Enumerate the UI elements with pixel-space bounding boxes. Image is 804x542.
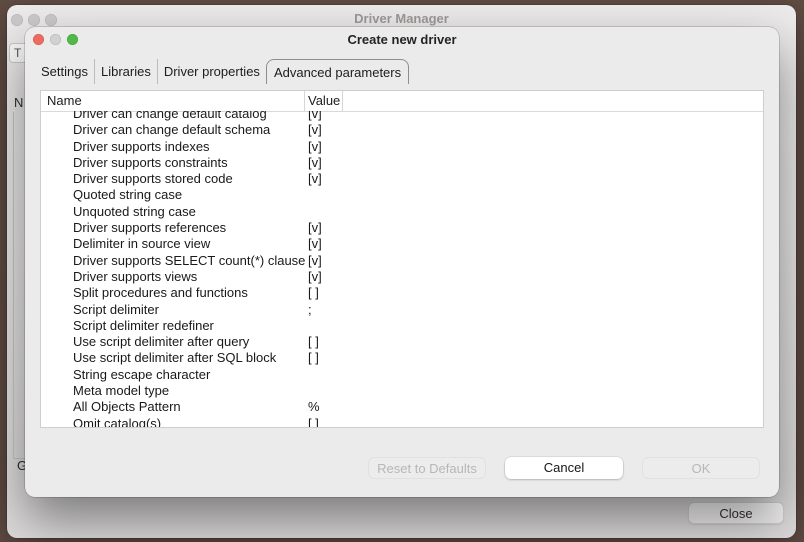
- list-header-fragment: N: [14, 95, 23, 110]
- table-row[interactable]: Omit catalog(s) [ ]: [41, 416, 763, 427]
- table-row[interactable]: Driver supports views [v]: [41, 269, 763, 285]
- row-name: Script delimiter: [73, 302, 159, 318]
- tab-driver-properties[interactable]: Driver properties: [157, 59, 266, 84]
- reset-to-defaults-button[interactable]: Reset to Defaults: [368, 457, 486, 479]
- table-row[interactable]: Quoted string case: [41, 187, 763, 203]
- row-name: Driver supports stored code: [73, 171, 233, 187]
- column-divider[interactable]: [342, 91, 343, 111]
- table-row[interactable]: Delimiter in source view [v]: [41, 236, 763, 252]
- table-row[interactable]: All Objects Pattern%: [41, 399, 763, 415]
- table-row[interactable]: Unquoted string case: [41, 204, 763, 220]
- row-name: Driver supports constraints: [73, 155, 228, 171]
- table-row[interactable]: Driver supports SELECT count(*) clause[v…: [41, 253, 763, 269]
- table-row[interactable]: Script delimiter redefiner: [41, 318, 763, 334]
- minimize-icon[interactable]: [28, 14, 40, 26]
- row-value[interactable]: [v]: [308, 122, 322, 138]
- row-value[interactable]: [v]: [308, 236, 322, 252]
- parameters-table: Name Value Driver can change default cat…: [40, 90, 764, 428]
- close-icon[interactable]: [11, 14, 23, 26]
- row-name: Delimiter in source view: [73, 236, 210, 252]
- row-name: Use script delimiter after SQL block: [73, 350, 276, 366]
- row-name: Script delimiter redefiner: [73, 318, 214, 334]
- dialog-titlebar[interactable]: Create new driver: [25, 27, 779, 51]
- create-new-driver-dialog: Create new driver SettingsLibrariesDrive…: [25, 27, 779, 497]
- row-value[interactable]: [v]: [308, 253, 322, 269]
- row-value[interactable]: [ ]: [308, 285, 319, 301]
- ok-button[interactable]: OK: [642, 457, 760, 479]
- table-row[interactable]: Driver supports references [v]: [41, 220, 763, 236]
- row-value[interactable]: [v]: [308, 220, 322, 236]
- row-name: Driver supports views: [73, 269, 197, 285]
- row-name: Meta model type: [73, 383, 169, 399]
- close-button[interactable]: Close: [688, 502, 784, 524]
- row-name: Unquoted string case: [73, 204, 196, 220]
- table-row[interactable]: String escape character: [41, 367, 763, 383]
- row-value[interactable]: [ ]: [308, 350, 319, 366]
- row-value[interactable]: %: [308, 399, 320, 415]
- row-value[interactable]: [v]: [308, 269, 322, 285]
- row-value[interactable]: [v]: [308, 155, 322, 171]
- row-name: All Objects Pattern: [73, 399, 181, 415]
- row-name: Driver can change default catalog: [73, 111, 267, 122]
- tab-libraries[interactable]: Libraries: [94, 59, 157, 84]
- table-row[interactable]: Driver can change default catalog [v]: [41, 111, 763, 122]
- table-row[interactable]: Driver supports indexes [v]: [41, 139, 763, 155]
- table-row[interactable]: Split procedures and functions [ ]: [41, 285, 763, 301]
- table-row[interactable]: Meta model type: [41, 383, 763, 399]
- row-name: Quoted string case: [73, 187, 182, 203]
- row-name: Driver supports SELECT count(*) clause: [73, 253, 305, 269]
- column-divider[interactable]: [304, 91, 305, 111]
- zoom-icon[interactable]: [67, 34, 78, 45]
- table-row[interactable]: Use script delimiter after query [ ]: [41, 334, 763, 350]
- cancel-button[interactable]: Cancel: [505, 457, 623, 479]
- row-name: Split procedures and functions: [73, 285, 248, 301]
- column-header-name[interactable]: Name: [47, 91, 82, 111]
- row-name: String escape character: [73, 367, 210, 383]
- table-row[interactable]: Driver supports stored code [v]: [41, 171, 763, 187]
- row-name: Driver can change default schema: [73, 122, 270, 138]
- zoom-icon[interactable]: [45, 14, 57, 26]
- table-header[interactable]: Name Value: [41, 91, 763, 112]
- row-name: Use script delimiter after query: [73, 334, 249, 350]
- row-value[interactable]: [v]: [308, 171, 322, 187]
- row-name: Driver supports references: [73, 220, 226, 236]
- dialog-buttons: Reset to Defaults Cancel OK: [368, 457, 760, 479]
- table-row[interactable]: Driver can change default schema [v]: [41, 122, 763, 138]
- traffic-lights: [33, 34, 78, 45]
- dialog-title: Create new driver: [25, 27, 779, 53]
- table-row[interactable]: Use script delimiter after SQL block [ ]: [41, 350, 763, 366]
- row-name: Omit catalog(s): [73, 416, 161, 427]
- tab-bar: SettingsLibrariesDriver propertiesAdvanc…: [35, 59, 409, 84]
- row-value[interactable]: [ ]: [308, 416, 319, 427]
- row-value[interactable]: [ ]: [308, 334, 319, 350]
- tab-settings[interactable]: Settings: [35, 59, 94, 84]
- minimize-icon: [50, 34, 61, 45]
- traffic-lights: [11, 14, 57, 26]
- table-row[interactable]: Script delimiter;: [41, 302, 763, 318]
- row-value[interactable]: [v]: [308, 111, 322, 122]
- close-icon[interactable]: [33, 34, 44, 45]
- row-value[interactable]: [v]: [308, 139, 322, 155]
- row-value[interactable]: ;: [308, 302, 312, 318]
- tab-advanced-parameters[interactable]: Advanced parameters: [266, 59, 409, 84]
- table-row[interactable]: Driver supports constraints [v]: [41, 155, 763, 171]
- column-header-value[interactable]: Value: [308, 91, 340, 111]
- row-name: Driver supports indexes: [73, 139, 210, 155]
- table-body: Driver can change default catalog[v]Driv…: [41, 111, 763, 427]
